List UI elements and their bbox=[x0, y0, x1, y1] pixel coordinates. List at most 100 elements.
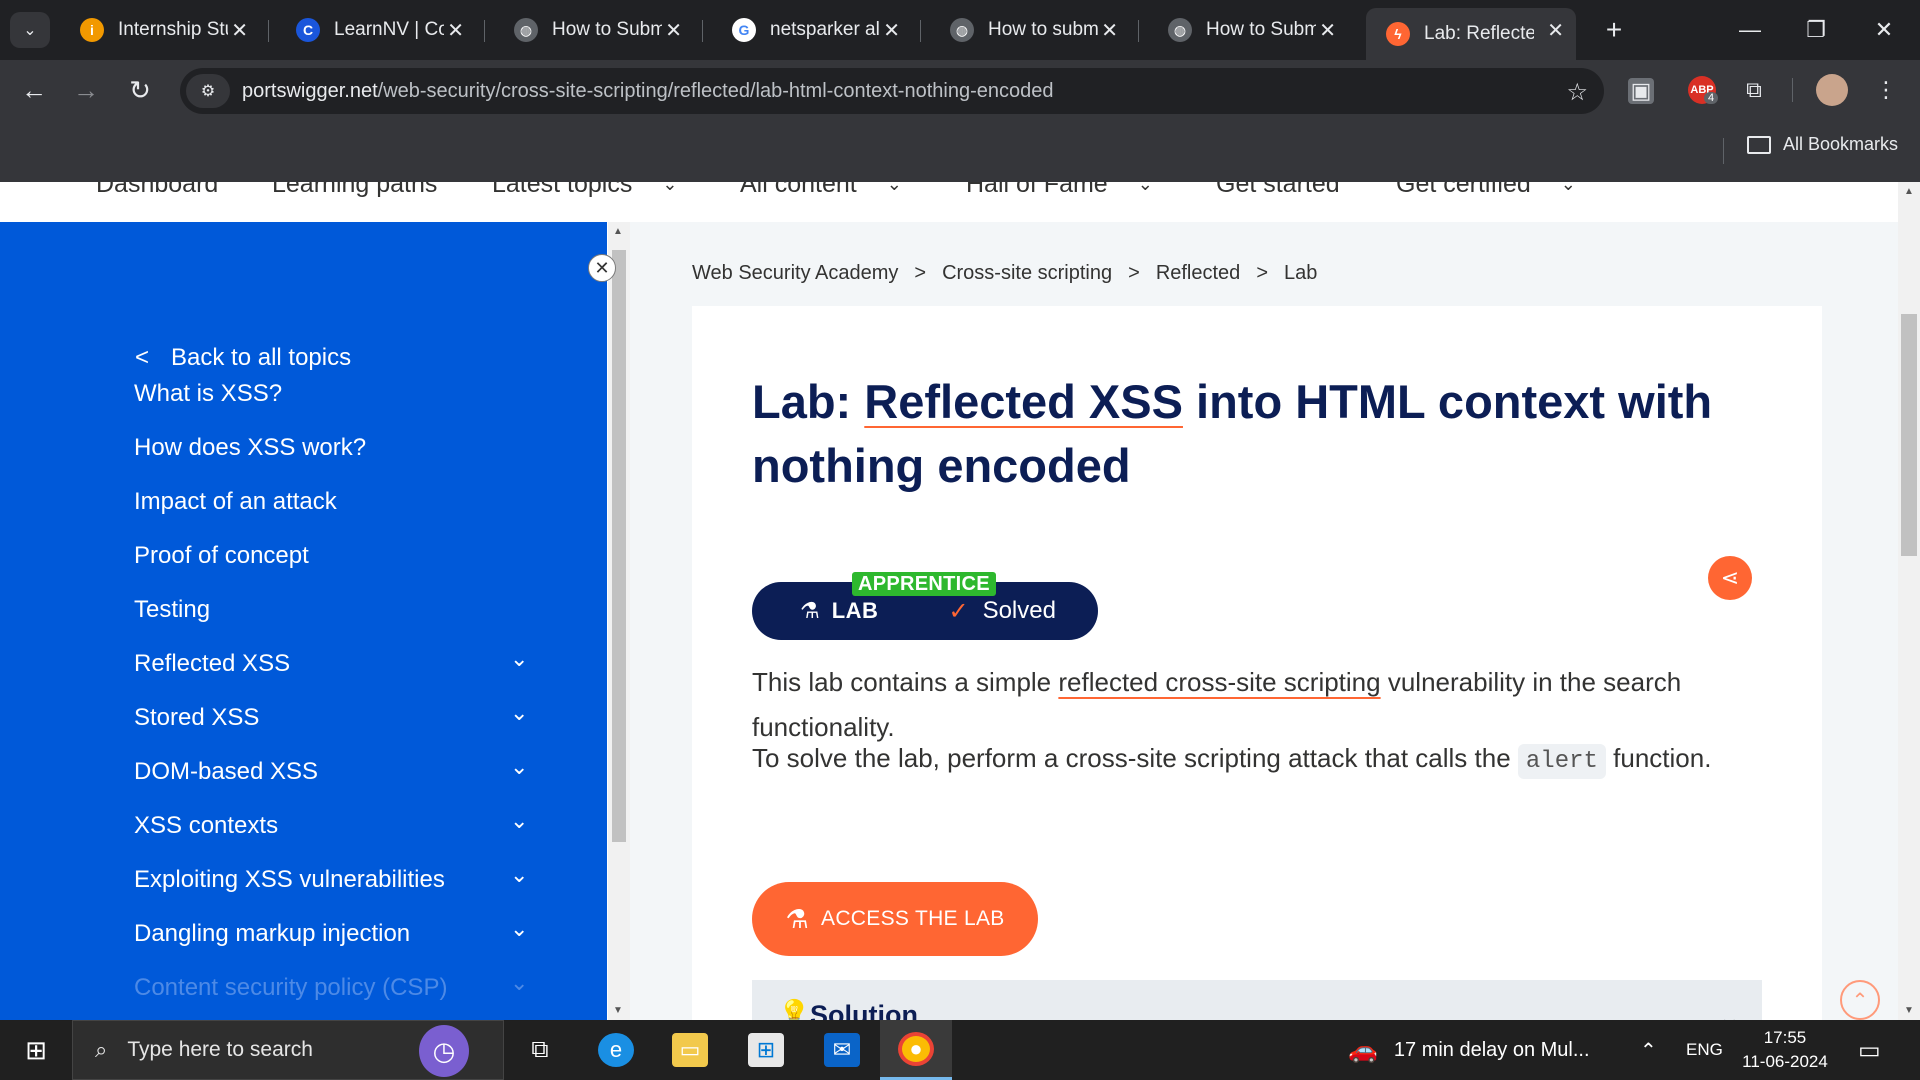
windows-start-button[interactable]: ⊞ bbox=[0, 1020, 72, 1080]
microsoft-store-icon[interactable]: ⊞ bbox=[730, 1020, 802, 1080]
traffic-notification[interactable]: 🚗 17 min delay on Mul... bbox=[1348, 1020, 1590, 1080]
mail-icon[interactable]: ✉ bbox=[806, 1020, 878, 1080]
sidebar-scrollbar[interactable]: ▲ ▼ bbox=[608, 222, 630, 1020]
adblock-extension-icon[interactable]: ABP 4 bbox=[1686, 74, 1719, 106]
sidebar-item[interactable]: Stored XSS bbox=[134, 704, 259, 732]
back-to-top-button[interactable]: ⌃ bbox=[1840, 980, 1880, 1020]
topnav-item[interactable]: Learning paths bbox=[272, 182, 437, 199]
breadcrumb: Web Security Academy > Cross-site scriptin… bbox=[692, 262, 1317, 285]
browser-tab[interactable]: ◍ How to Submi ✕ bbox=[1148, 8, 1348, 52]
topnav-item[interactable]: Latest topics ⌄ bbox=[492, 182, 677, 199]
browser-tab[interactable]: ◍ How to Submi ✕ bbox=[494, 8, 694, 52]
extensions-puzzle-icon[interactable]: ⧉ bbox=[1738, 74, 1770, 106]
expand-chevron-icon[interactable]: ⌄ bbox=[510, 862, 528, 888]
taskbar-search-box[interactable]: ⌕ Type here to search ◷ bbox=[72, 1020, 504, 1080]
sidebar-item[interactable]: Proof of concept bbox=[134, 542, 309, 570]
car-icon: 🚗 bbox=[1348, 1036, 1378, 1064]
browser-tab[interactable]: Gnetsparker alt ✕ bbox=[712, 8, 912, 52]
reload-button[interactable]: ↻ bbox=[120, 72, 160, 108]
sidebar-item[interactable]: Dangling markup injection bbox=[134, 920, 410, 948]
sidebar-item[interactable]: What is XSS? bbox=[134, 380, 282, 408]
topnav-item[interactable]: All content ⌄ bbox=[740, 182, 902, 199]
system-clock[interactable]: 17:55 11-06-2024 bbox=[1730, 1026, 1840, 1074]
expand-chevron-icon[interactable]: ⌄ bbox=[510, 700, 528, 726]
close-tab-icon[interactable]: ✕ bbox=[665, 18, 682, 43]
expand-chevron-icon[interactable]: ⌄ bbox=[510, 646, 528, 672]
sidebar-item[interactable]: How does XSS work? bbox=[134, 434, 366, 462]
breadcrumb-link[interactable]: Cross-site scripting bbox=[942, 262, 1112, 285]
close-sidebar-button[interactable]: ✕ bbox=[588, 254, 616, 282]
tab-separator bbox=[1138, 20, 1139, 42]
close-tab-icon[interactable]: ✕ bbox=[883, 18, 900, 43]
toolbar-divider bbox=[1792, 78, 1793, 102]
back-to-topics-link[interactable]: < Back to all topics bbox=[135, 344, 351, 372]
solution-accordion[interactable]: 💡 Solution ⌄ bbox=[752, 980, 1762, 1020]
restore-button[interactable]: ❐ bbox=[1786, 8, 1846, 52]
extension-icon[interactable]: ▣ bbox=[1628, 78, 1654, 104]
share-button[interactable]: ⋖ bbox=[1708, 556, 1752, 600]
page-scrollbar[interactable]: ▲ ▼ bbox=[1898, 182, 1920, 1020]
notification-center-icon[interactable]: ▭ bbox=[1858, 1020, 1881, 1080]
sidebar-item[interactable]: Content security policy (CSP) bbox=[134, 974, 447, 1002]
clock-widget-icon[interactable]: ◷ bbox=[419, 1025, 469, 1077]
scroll-down-arrow[interactable]: ▼ bbox=[1904, 1005, 1914, 1016]
sidebar-item[interactable]: DOM-based XSS bbox=[134, 758, 318, 786]
expand-chevron-icon[interactable]: ⌄ bbox=[510, 916, 528, 942]
topnav-item[interactable]: Get certified ⌄ bbox=[1396, 182, 1576, 199]
tab-title: How to Submi bbox=[552, 19, 662, 40]
topnav-item[interactable]: Dashboard bbox=[96, 182, 218, 199]
topnav-item[interactable]: Hall of Fame ⌄ bbox=[966, 182, 1153, 199]
title-topic-link[interactable]: Reflected XSS bbox=[864, 375, 1183, 428]
breadcrumb-link[interactable]: Reflected bbox=[1156, 262, 1241, 285]
expand-chevron-icon[interactable]: ⌄ bbox=[510, 808, 528, 834]
file-explorer-icon[interactable]: ▭ bbox=[654, 1020, 726, 1080]
google-icon: G bbox=[732, 18, 756, 42]
scroll-up-arrow[interactable]: ▲ bbox=[613, 226, 623, 237]
access-lab-button[interactable]: ⚗ ACCESS THE LAB bbox=[752, 882, 1038, 956]
topic-sidebar: < Back to all topics What is XSS? How doe… bbox=[0, 222, 607, 1020]
browser-tab[interactable]: ◍ How to submi ✕ bbox=[930, 8, 1130, 52]
forward-button[interactable]: → bbox=[66, 72, 106, 108]
chrome-icon[interactable]: ● bbox=[880, 1020, 952, 1080]
expand-chevron-icon[interactable]: ⌄ bbox=[510, 970, 528, 996]
close-tab-icon[interactable]: ✕ bbox=[231, 18, 248, 43]
task-view-icon[interactable]: ⧉ bbox=[504, 1020, 576, 1080]
close-tab-icon[interactable]: ✕ bbox=[1101, 18, 1118, 43]
menu-kebab-icon[interactable]: ⋮ bbox=[1870, 74, 1902, 106]
flask-icon: ⚗ bbox=[800, 598, 820, 623]
close-tab-icon[interactable]: ✕ bbox=[447, 18, 464, 43]
expand-chevron-icon[interactable]: ⌄ bbox=[510, 754, 528, 780]
tab-search-button[interactable]: ⌄ bbox=[10, 12, 50, 48]
sidebar-item[interactable]: Reflected XSS bbox=[134, 650, 290, 678]
sidebar-item[interactable]: Testing bbox=[134, 596, 210, 624]
profile-avatar[interactable] bbox=[1816, 74, 1848, 106]
page-scroll-thumb[interactable] bbox=[1901, 314, 1917, 556]
browser-tab[interactable]: i Internship Stu ✕ bbox=[60, 8, 260, 52]
close-window-button[interactable]: ✕ bbox=[1854, 8, 1914, 52]
sidebar-item[interactable]: Impact of an attack bbox=[134, 488, 337, 516]
scroll-up-arrow[interactable]: ▲ bbox=[1904, 186, 1914, 197]
new-tab-button[interactable]: + bbox=[1584, 8, 1644, 52]
edge-browser-icon[interactable]: e bbox=[580, 1020, 652, 1080]
tray-chevron-up-icon[interactable]: ⌃ bbox=[1640, 1020, 1657, 1080]
sidebar-scroll-thumb[interactable] bbox=[612, 250, 626, 842]
browser-tab[interactable]: ϟ Lab: Reflected ✕ bbox=[1366, 8, 1576, 60]
close-tab-icon[interactable]: ✕ bbox=[1547, 18, 1564, 43]
tab-title: LearnNV | Cou bbox=[334, 19, 444, 40]
sidebar-item[interactable]: Exploiting XSS vulnerabilities bbox=[134, 866, 445, 894]
language-indicator[interactable]: ENG bbox=[1686, 1020, 1723, 1080]
bookmark-star-icon[interactable]: ☆ bbox=[1566, 78, 1588, 107]
breadcrumb-link[interactable]: Lab bbox=[1284, 262, 1317, 285]
back-button[interactable]: ← bbox=[14, 72, 54, 108]
all-bookmarks-button[interactable]: All Bookmarks bbox=[1746, 134, 1898, 155]
browser-tab[interactable]: C LearnNV | Cou✕ bbox=[276, 8, 476, 52]
reflected-xss-link[interactable]: reflected cross-site scripting bbox=[1058, 667, 1380, 697]
scroll-down-arrow[interactable]: ▼ bbox=[613, 1005, 623, 1016]
close-tab-icon[interactable]: ✕ bbox=[1319, 18, 1336, 43]
minimize-button[interactable]: — bbox=[1720, 8, 1780, 52]
breadcrumb-link[interactable]: Web Security Academy bbox=[692, 262, 898, 285]
site-info-icon[interactable]: ⚙ bbox=[186, 74, 230, 108]
address-bar[interactable]: ⚙ portswigger.net/web-security/cross-sit… bbox=[180, 68, 1604, 114]
topnav-item[interactable]: Get started bbox=[1216, 182, 1340, 199]
sidebar-item[interactable]: XSS contexts bbox=[134, 812, 278, 840]
